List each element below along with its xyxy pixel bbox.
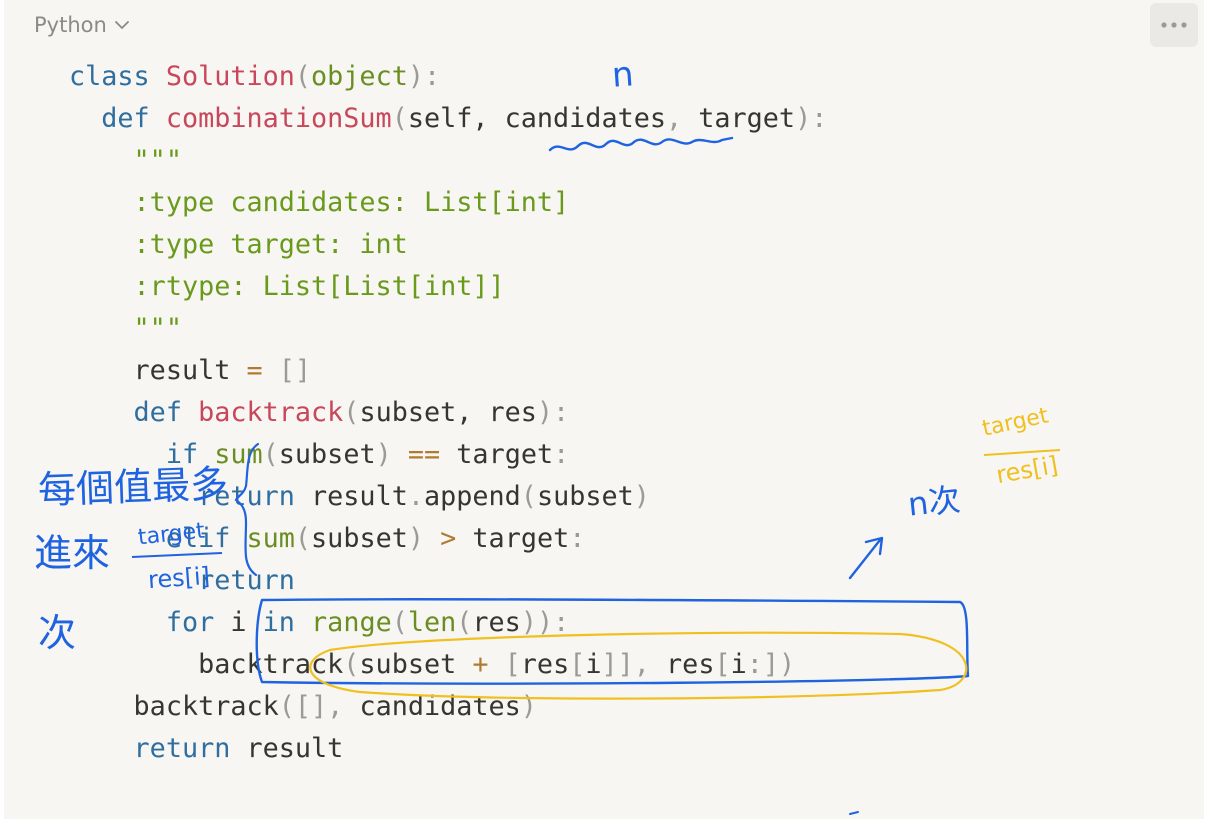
more-horizontal-icon (1161, 22, 1187, 28)
code-line: result = [] (133, 355, 312, 386)
code-editor[interactable]: class Solution(object): def combinationS… (69, 56, 827, 770)
code-line: """ (133, 145, 182, 176)
code-line: :rtype: List[List[int]] (133, 271, 505, 302)
language-label: Python (34, 13, 107, 37)
annotation-left-frac-bottom: res[i] (147, 561, 211, 595)
language-select[interactable]: Python (34, 10, 131, 40)
more-options-button[interactable] (1150, 3, 1198, 47)
code-line: :type target: int (133, 229, 408, 260)
annotation-left-line1: 每個值最多 (37, 461, 229, 513)
code-line: backtrack([], candidates) (133, 691, 537, 722)
code-line: :type candidates: List[int] (133, 187, 570, 218)
code-line: def combinationSum(self, candidates, tar… (101, 103, 828, 134)
annotation-left-line3: 次 (38, 611, 77, 655)
annotation-left-line2: 進來 (34, 531, 111, 575)
annotation-n: n (610, 54, 635, 96)
code-line: return result (133, 733, 344, 764)
page: Python class Solution(object): def combi… (0, 0, 1218, 819)
annotation-n-times: n次 (906, 480, 963, 524)
code-line: class Solution(object): (69, 61, 441, 92)
chevron-down-icon (114, 21, 129, 29)
code-line: for i in range(len(res)): (165, 607, 570, 638)
code-line: backtrack(subset + [res[i]], res[i:]) (198, 649, 796, 680)
code-line: """ (133, 313, 182, 344)
code-line: def backtrack(subset, res): (133, 397, 570, 428)
